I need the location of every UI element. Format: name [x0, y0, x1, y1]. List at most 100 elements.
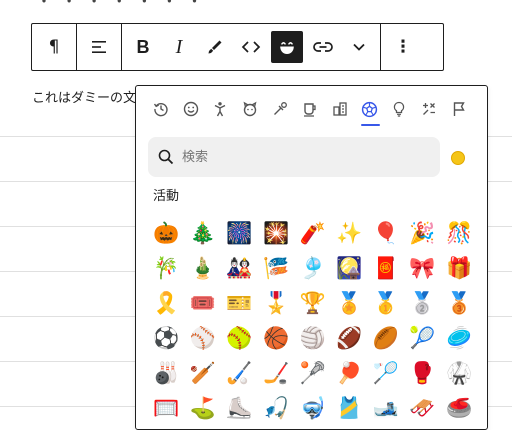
- brush-icon: [208, 40, 222, 54]
- emoji-search-input[interactable]: [180, 148, 424, 166]
- category-tab-smileys[interactable]: [176, 94, 206, 124]
- emoji-button[interactable]: 🎾: [404, 321, 441, 356]
- category-tab-food[interactable]: [265, 94, 295, 124]
- paragraph-icon: ¶: [48, 37, 60, 57]
- smile-icon: [280, 42, 294, 54]
- more-vertical-icon: ⋮: [394, 37, 412, 57]
- objects-icon: [394, 101, 405, 117]
- search-icon: [158, 149, 174, 165]
- bold-button[interactable]: B: [127, 31, 159, 63]
- emoji-button[interactable]: 🎍: [185, 251, 222, 286]
- emoji-button[interactable]: 🎋: [148, 251, 185, 286]
- emoji-button[interactable]: 🎐: [294, 251, 331, 286]
- category-tab-animals[interactable]: [235, 94, 265, 124]
- block-toolbar: ¶ B I ⋮: [31, 23, 444, 71]
- paragraph-button[interactable]: ¶: [38, 31, 70, 63]
- emoji-button[interactable]: 🎈: [368, 216, 405, 251]
- emoji-button[interactable]: 🥋: [441, 356, 478, 391]
- emoji-search-box: [148, 137, 440, 177]
- emoji-button[interactable]: 🏒: [258, 356, 295, 391]
- paragraph-block-text[interactable]: これはダミーの文: [32, 87, 136, 106]
- more-rich-text-button[interactable]: [343, 31, 375, 63]
- emoji-button[interactable]: 🧨: [294, 216, 331, 251]
- category-tab-activities[interactable]: [355, 94, 385, 126]
- emoji-button[interactable]: 🏈: [331, 321, 368, 356]
- align-button[interactable]: [83, 31, 115, 63]
- category-tab-objects[interactable]: [384, 94, 414, 124]
- previous-block-peek: ・ ・ ・ ・ ・ ・ ・ ・: [36, 0, 226, 8]
- emoji-button[interactable]: 🎫: [221, 286, 258, 321]
- chevron-down-icon: [353, 43, 365, 51]
- emoji-grid: 🎃 🎄 🎆 🎇 🧨 ✨ 🎈 🎉 🎊 🎋 🎍 🎎 🎏 🎐 🎑 🧧 🎀 🎁 🎗️ 🎟️ 🎫 🎖️ 🏆 🏅 🥇 🥈 🥉 ⚽ ⚾ 🥎 🏀 🏐 🏈 🏉 🎾 🥏 🎳…: [148, 216, 478, 426]
- emoji-button[interactable]: 🎑: [331, 251, 368, 286]
- emoji-button[interactable]: 🎟️: [185, 286, 222, 321]
- category-tab-drink[interactable]: [295, 94, 325, 124]
- people-icon: [215, 102, 226, 117]
- emoji-button[interactable]: 🏑: [221, 356, 258, 391]
- emoji-button[interactable]: 🎳: [148, 356, 185, 391]
- alignment-group: [77, 24, 122, 70]
- options-group: ⋮: [381, 24, 425, 70]
- category-tab-symbols[interactable]: [414, 94, 444, 124]
- emoji-button[interactable]: 🎊: [441, 216, 478, 251]
- activities-icon: [361, 101, 378, 117]
- emoji-button[interactable]: 🎉: [404, 216, 441, 251]
- emoji-button[interactable]: 🥍: [294, 356, 331, 391]
- emoji-button[interactable]: ✨: [331, 216, 368, 251]
- emoji-button[interactable]: ⚽: [148, 321, 185, 356]
- options-button[interactable]: ⋮: [387, 31, 419, 63]
- emoji-button[interactable]: 🏅: [331, 286, 368, 321]
- emoji-button[interactable]: 🥊: [404, 356, 441, 391]
- emoji-category-bar: [146, 94, 478, 126]
- emoji-button[interactable]: 🥎: [221, 321, 258, 356]
- link-button[interactable]: [307, 31, 339, 63]
- emoji-button[interactable]: 🏐: [294, 321, 331, 356]
- emoji-button[interactable]: 🏆: [294, 286, 331, 321]
- drink-icon: [303, 103, 316, 117]
- emoji-button[interactable]: ⚾: [185, 321, 222, 356]
- italic-button[interactable]: I: [163, 31, 195, 63]
- emoji-button[interactable]: 🏏: [185, 356, 222, 391]
- category-tab-recent[interactable]: [146, 94, 176, 124]
- emoji-picker: 活動 🎃🎄🎆🎇🧨✨🎈🎉🎊 🎋🎍🎎🎏🎐🎑🧧🎀🎁 🎗️🎟️🎫🎖️🏆🏅🥇🥈🥉 ⚽⚾🥎🏀🏐🏈🏉…: [135, 85, 488, 430]
- emoji-button[interactable]: 🏓: [331, 356, 368, 391]
- emoji-button[interactable]: 🎄: [185, 216, 222, 251]
- emoji-button[interactable]: 🥏: [441, 321, 478, 356]
- emoji-button[interactable]: 🎏: [258, 251, 295, 286]
- emoji-button[interactable]: 🎇: [258, 216, 295, 251]
- symbols-icon: [423, 103, 436, 115]
- italic-icon: I: [175, 35, 183, 58]
- bold-icon: B: [136, 36, 150, 57]
- recent-icon: [153, 102, 168, 117]
- emoji-button[interactable]: 🎆: [221, 216, 258, 251]
- emoji-button[interactable]: 🎗️: [148, 286, 185, 321]
- format-group: B I: [122, 24, 381, 70]
- emoji-button[interactable]: 🥉: [441, 286, 478, 321]
- flags-icon: [453, 102, 465, 116]
- emoji-button[interactable]: 🏸: [368, 356, 405, 391]
- emoji-button[interactable]: 🥈: [404, 286, 441, 321]
- travel-icon: [333, 102, 347, 116]
- emoji-button[interactable]: 🎎: [221, 251, 258, 286]
- emoji-button[interactable]: 🏉: [368, 321, 405, 356]
- align-left-icon: [92, 41, 106, 53]
- emoji-button[interactable]: 🎃: [148, 216, 185, 251]
- category-tab-flags[interactable]: [444, 94, 474, 124]
- animals-icon: [243, 101, 257, 117]
- emoji-section-title: 活動: [153, 189, 180, 204]
- category-tab-travel[interactable]: [325, 94, 355, 124]
- smileys-icon: [183, 101, 198, 117]
- highlight-button[interactable]: [199, 31, 231, 63]
- emoji-button[interactable]: 🎖️: [258, 286, 295, 321]
- emoji-button[interactable]: 🧧: [368, 251, 405, 286]
- emoji-button[interactable]: 🎁: [441, 251, 478, 286]
- category-tab-people[interactable]: [206, 94, 236, 124]
- emoji-button[interactable]: [271, 31, 303, 63]
- block-type-group: ¶: [32, 24, 77, 70]
- emoji-button[interactable]: 🎀: [404, 251, 441, 286]
- link-icon: [313, 42, 333, 52]
- skin-tone-selector[interactable]: [451, 151, 465, 165]
- emoji-button[interactable]: 🏀: [258, 321, 295, 356]
- inline-code-button[interactable]: [235, 31, 267, 63]
- emoji-button[interactable]: 🥇: [368, 286, 405, 321]
